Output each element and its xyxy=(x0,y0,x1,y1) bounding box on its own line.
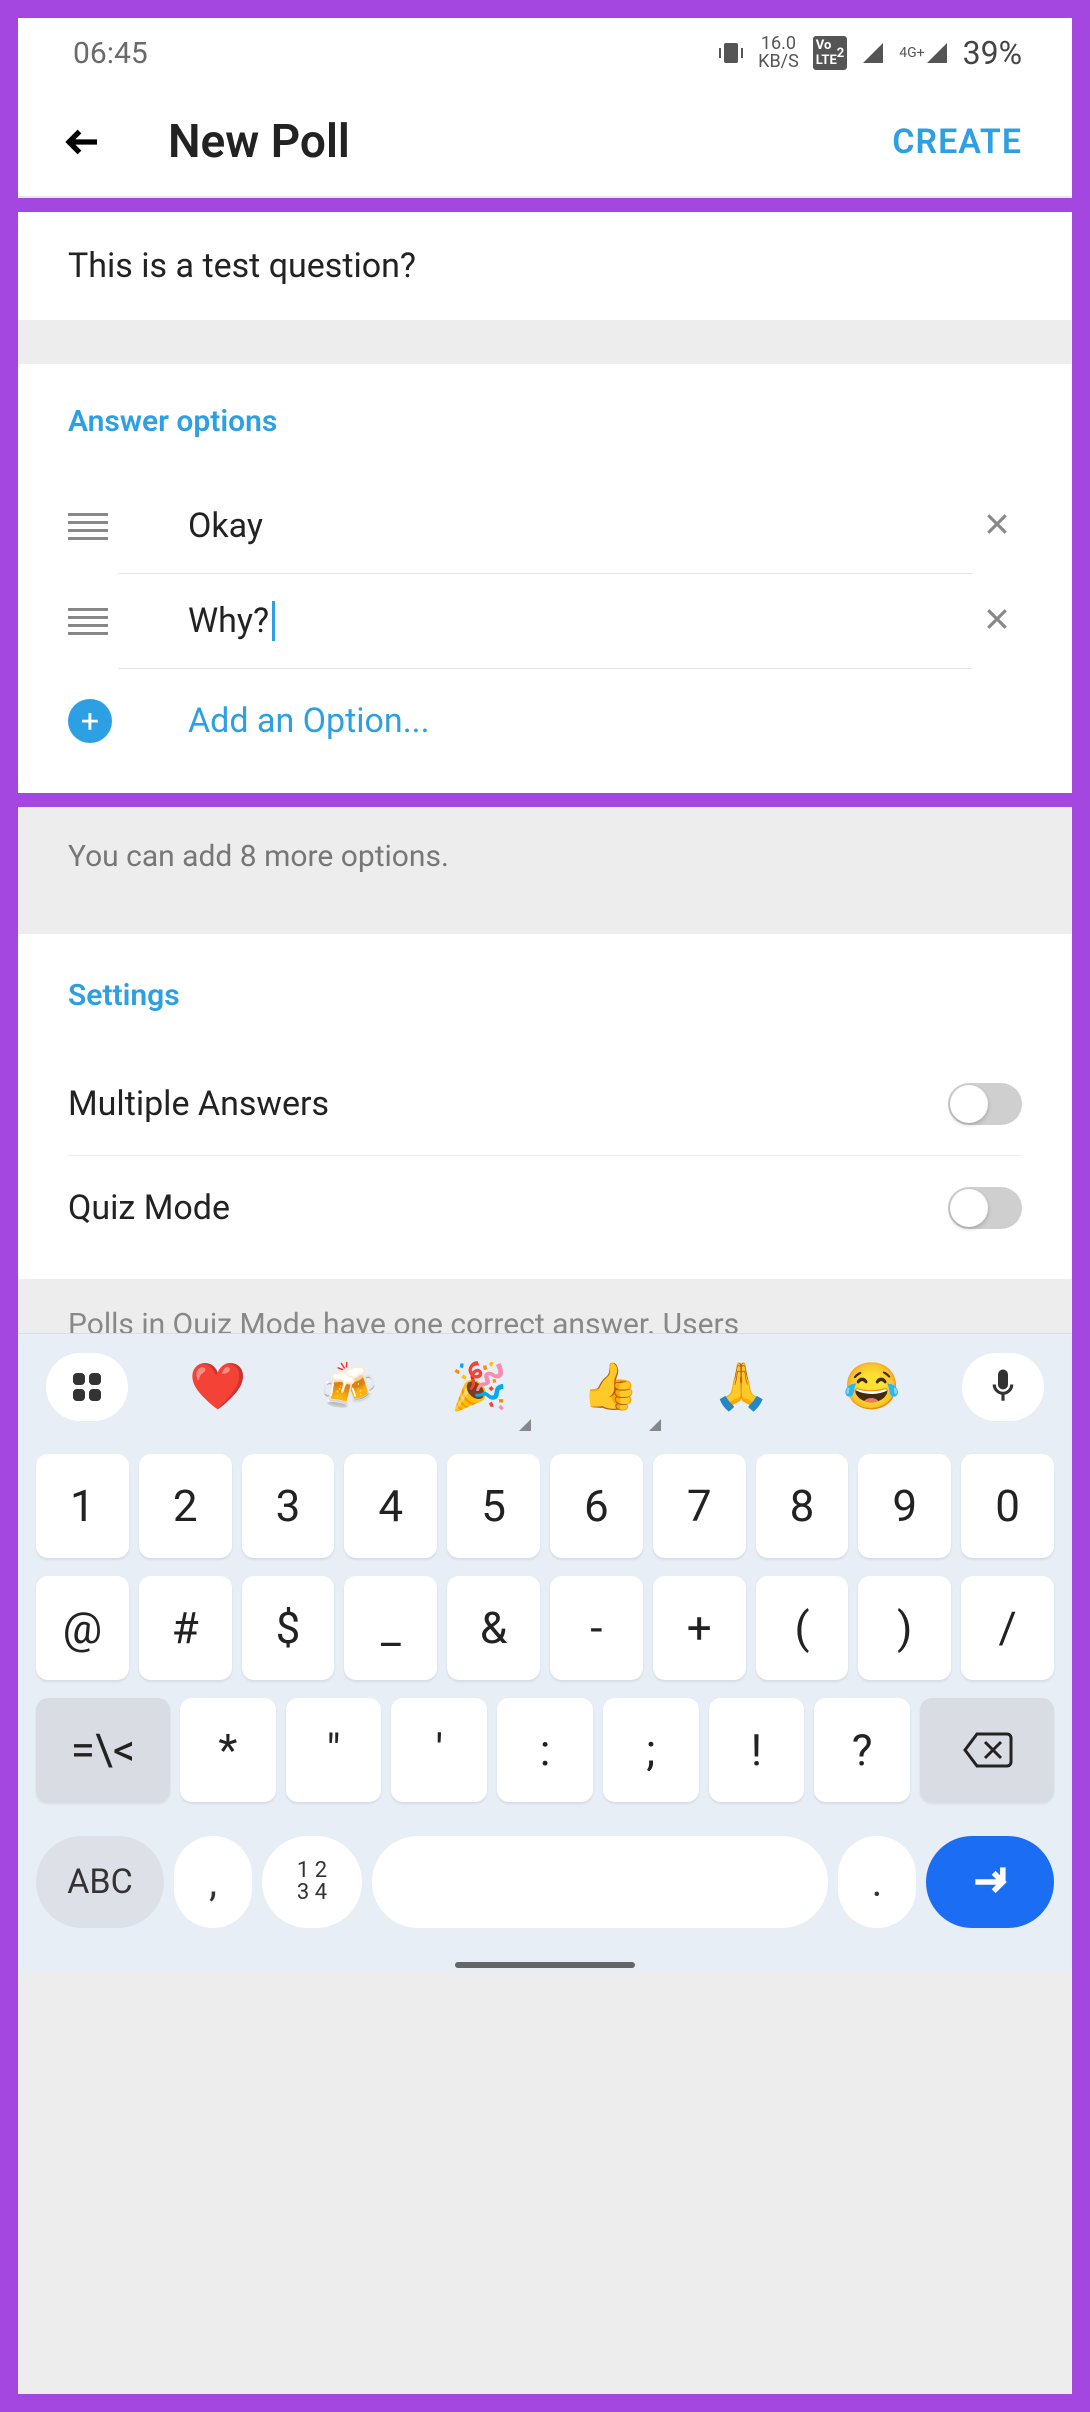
nav-indicator xyxy=(18,1958,1072,1972)
key-hash[interactable]: # xyxy=(139,1576,232,1680)
emoji-party[interactable]: 🎉 xyxy=(439,1353,521,1421)
question-input-card[interactable]: This is a test question? xyxy=(18,212,1072,320)
key-comma[interactable]: , xyxy=(174,1836,252,1928)
emoji-thumb[interactable]: 👍 xyxy=(569,1353,651,1421)
key-slash[interactable]: / xyxy=(961,1576,1054,1680)
battery-percent: 39% xyxy=(963,34,1022,72)
quiz-mode-label: Quiz Mode xyxy=(68,1188,230,1228)
key-exclaim[interactable]: ! xyxy=(709,1698,805,1802)
key-underscore[interactable]: _ xyxy=(344,1576,437,1680)
key-period[interactable]: . xyxy=(838,1836,916,1928)
mic-icon xyxy=(988,1367,1018,1407)
question-text: This is a test question? xyxy=(68,246,1022,286)
key-plus[interactable]: + xyxy=(653,1576,746,1680)
emoji-beers[interactable]: 🍻 xyxy=(308,1353,390,1421)
emoji-joy[interactable]: 😂 xyxy=(831,1353,913,1421)
multiple-answers-toggle[interactable] xyxy=(948,1083,1022,1125)
add-option-button[interactable]: + Add an Option... xyxy=(68,699,1022,743)
options-remaining-hint: You can add 8 more options. xyxy=(68,839,1022,874)
delete-option-0[interactable] xyxy=(972,505,1022,549)
signal-icon-2: 4G+ xyxy=(899,41,948,65)
quiz-mode-toggle[interactable] xyxy=(948,1187,1022,1229)
key-6[interactable]: 6 xyxy=(550,1454,643,1558)
apps-grid-icon xyxy=(73,1373,101,1401)
drag-handle-icon[interactable] xyxy=(68,608,118,635)
close-icon xyxy=(982,604,1012,634)
key-0[interactable]: 0 xyxy=(961,1454,1054,1558)
option-input-1[interactable]: Why? xyxy=(118,574,972,669)
key-7[interactable]: 7 xyxy=(653,1454,746,1558)
options-header: Answer options xyxy=(68,404,1022,439)
key-lparen[interactable]: ( xyxy=(756,1576,849,1680)
quiz-mode-row: Quiz Mode xyxy=(68,1156,1022,1259)
status-bar: 06:45 16.0KB/S VoLTE2 4G+ 39% xyxy=(18,18,1072,88)
key-semicolon[interactable]: ; xyxy=(603,1698,699,1802)
back-button[interactable] xyxy=(48,107,118,177)
key-abc-toggle[interactable]: ABC xyxy=(36,1836,164,1928)
backspace-icon xyxy=(961,1730,1013,1770)
data-speed: 16.0KB/S xyxy=(758,35,799,71)
key-5[interactable]: 5 xyxy=(447,1454,540,1558)
app-header: New Poll CREATE xyxy=(18,88,1072,198)
key-1[interactable]: 1 xyxy=(36,1454,129,1558)
add-option-label: Add an Option... xyxy=(112,701,430,741)
key-squote[interactable]: ' xyxy=(391,1698,487,1802)
key-4[interactable]: 4 xyxy=(344,1454,437,1558)
options-hint-area: You can add 8 more options. xyxy=(18,807,1072,934)
key-rparen[interactable]: ) xyxy=(858,1576,951,1680)
page-title: New Poll xyxy=(168,115,872,169)
settings-header: Settings xyxy=(68,978,1022,1013)
key-star[interactable]: * xyxy=(180,1698,276,1802)
emoji-heart[interactable]: ❤️ xyxy=(177,1353,259,1421)
quiz-hint-text: Polls in Quiz Mode have one correct answ… xyxy=(68,1307,1022,1333)
option-input-0[interactable]: Okay xyxy=(118,479,972,574)
voice-input-button[interactable] xyxy=(962,1353,1044,1421)
key-symbols-toggle[interactable]: =\< xyxy=(36,1698,170,1802)
settings-card: Settings Multiple Answers Quiz Mode xyxy=(18,934,1072,1279)
volte-icon: VoLTE2 xyxy=(813,36,847,70)
multiple-answers-row: Multiple Answers xyxy=(68,1053,1022,1156)
key-amp[interactable]: & xyxy=(447,1576,540,1680)
apps-button[interactable] xyxy=(46,1353,128,1421)
vibrate-icon xyxy=(718,40,744,66)
plus-icon: + xyxy=(68,699,112,743)
key-2[interactable]: 2 xyxy=(139,1454,232,1558)
signal-icon-1 xyxy=(861,41,885,65)
close-icon xyxy=(982,509,1012,539)
key-dquote[interactable]: " xyxy=(286,1698,382,1802)
soft-keyboard: ❤️ 🍻 🎉 👍 🙏 😂 1 2 3 4 5 6 7 xyxy=(18,1333,1072,1972)
emoji-pray[interactable]: 🙏 xyxy=(700,1353,782,1421)
key-enter[interactable] xyxy=(926,1836,1054,1928)
multiple-answers-label: Multiple Answers xyxy=(68,1084,329,1124)
key-space[interactable] xyxy=(372,1836,828,1928)
key-backspace[interactable] xyxy=(920,1698,1054,1802)
key-question[interactable]: ? xyxy=(814,1698,910,1802)
answer-options-card: Answer options Okay Why? + Add an Option… xyxy=(18,364,1072,793)
create-button[interactable]: CREATE xyxy=(872,122,1042,162)
option-row-1: Why? xyxy=(68,574,1022,669)
drag-handle-icon[interactable] xyxy=(68,513,118,540)
key-numpad[interactable]: 1 2 3 4 xyxy=(262,1836,362,1928)
quiz-hint-area: Polls in Quiz Mode have one correct answ… xyxy=(18,1279,1072,1333)
status-time: 06:45 xyxy=(73,36,148,71)
option-row-0: Okay xyxy=(68,479,1022,574)
key-at[interactable]: @ xyxy=(36,1576,129,1680)
key-3[interactable]: 3 xyxy=(242,1454,335,1558)
text-cursor xyxy=(272,601,275,641)
key-9[interactable]: 9 xyxy=(858,1454,951,1558)
enter-icon xyxy=(968,1860,1012,1904)
key-8[interactable]: 8 xyxy=(756,1454,849,1558)
key-minus[interactable]: - xyxy=(550,1576,643,1680)
key-dollar[interactable]: $ xyxy=(242,1576,335,1680)
key-colon[interactable]: : xyxy=(497,1698,593,1802)
arrow-left-icon xyxy=(62,121,104,163)
delete-option-1[interactable] xyxy=(972,600,1022,644)
